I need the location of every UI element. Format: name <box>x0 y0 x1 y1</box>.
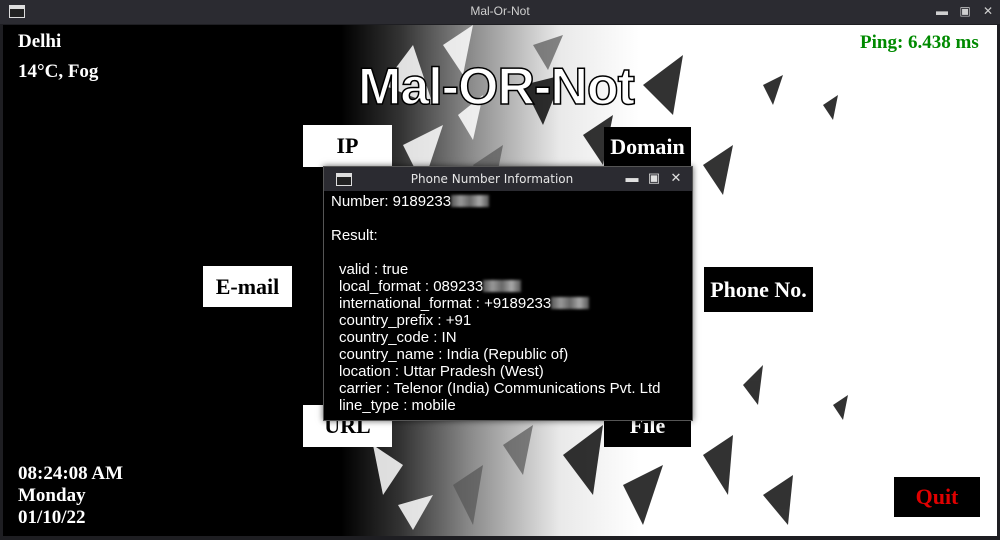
phone-number-button[interactable]: Phone No. <box>704 267 813 312</box>
dialog-body: Number: 9189233 Result: valid : true loc… <box>331 193 685 414</box>
phone-number-label: Number: 9189233 <box>331 193 452 210</box>
weather-city: Delhi <box>18 31 62 52</box>
field-country-name: country_name : India (Republic of) <box>339 346 569 363</box>
redacted-digits <box>451 195 490 207</box>
phone-info-dialog: Phone Number Information ▬ ▣ ✕ Number: 9… <box>323 166 693 421</box>
window-titlebar: Mal-Or-Not ▬ ▣ ✕ <box>0 0 1000 24</box>
field-international-format: international_format : +9189233 <box>339 295 552 312</box>
maximize-icon[interactable]: ▣ <box>957 4 973 18</box>
field-country-code: country_code : IN <box>339 329 457 346</box>
window-title: Mal-Or-Not <box>470 4 530 18</box>
redacted-digits <box>551 297 590 309</box>
domain-button[interactable]: Domain <box>604 127 691 167</box>
field-valid: valid : true <box>339 261 409 278</box>
weather-condition: 14°C, Fog <box>18 61 99 82</box>
minimize-icon[interactable]: ▬ <box>934 4 950 18</box>
dialog-title: Phone Number Information <box>410 172 574 186</box>
field-line-type: line_type : mobile <box>339 397 456 414</box>
maximize-icon[interactable]: ▣ <box>646 170 662 186</box>
dialog-titlebar: Phone Number Information ▬ ▣ ✕ <box>324 167 692 191</box>
close-icon[interactable]: ✕ <box>668 170 684 186</box>
redacted-digits <box>483 280 522 292</box>
ping-readout: Ping: 6.438 ms <box>860 32 979 53</box>
clock-day: Monday <box>18 485 86 506</box>
clock-time: 08:24:08 AM <box>18 463 124 484</box>
field-carrier: carrier : Telenor (India) Communications… <box>339 380 661 397</box>
result-label: Result: <box>331 227 378 244</box>
close-icon[interactable]: ✕ <box>980 4 996 18</box>
quit-button[interactable]: Quit <box>894 477 980 517</box>
clock-date: 01/10/22 <box>18 507 86 528</box>
minimize-icon[interactable]: ▬ <box>624 170 640 185</box>
field-country-prefix: country_prefix : +91 <box>339 312 472 329</box>
app-title: Mal-OR-Not <box>357 57 635 117</box>
field-local-format: local_format : 089233 <box>339 278 484 295</box>
field-location: location : Uttar Pradesh (West) <box>339 363 544 380</box>
ip-button[interactable]: IP <box>303 125 392 167</box>
email-button[interactable]: E-mail <box>203 266 292 307</box>
